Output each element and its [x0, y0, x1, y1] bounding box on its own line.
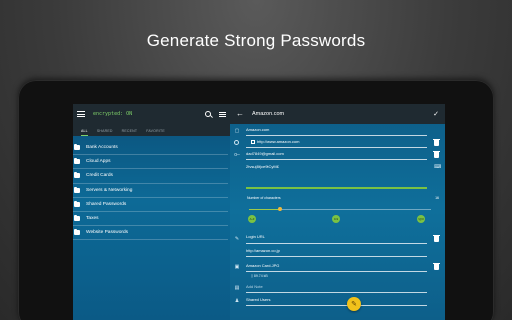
field-underline — [246, 256, 427, 257]
email-field[interactable]: o– dad7849@gmail.com — [230, 150, 445, 160]
login-url-label: Login URL — [246, 234, 265, 239]
name-value[interactable]: Amazon.com — [246, 127, 269, 132]
login-url-value[interactable]: http://amazon.co.jp — [246, 248, 280, 253]
password-strength-bar — [246, 187, 427, 189]
url-value[interactable]: http://www.amazon.com — [257, 139, 299, 144]
length-slider-fill — [249, 209, 280, 210]
folder-item-taxes[interactable]: Taxes — [73, 212, 228, 227]
num-characters-label: Number of characters — [247, 196, 281, 200]
folder-label: Website Passwords — [86, 230, 129, 236]
back-arrow-icon[interactable]: ← — [236, 110, 244, 118]
folder-list: Bank Accounts Cloud Apps Credit Cards Se… — [73, 136, 230, 241]
folder-label: Servers & Networking — [86, 187, 133, 193]
folder-item-servers-networking[interactable]: Servers & Networking — [73, 184, 228, 198]
folder-item-website-passwords[interactable]: Website Passwords — [73, 226, 228, 241]
tab-all[interactable]: ALL — [81, 129, 88, 136]
folder-label: Shared Passwords — [86, 201, 127, 207]
folder-icon — [74, 144, 80, 151]
attachment-row[interactable]: ▣ Amazon Card.JPG — [230, 262, 445, 272]
document-icon: ▢ — [234, 128, 240, 134]
pencil-icon: ✎ — [234, 236, 240, 242]
checkbox-icon[interactable] — [251, 140, 255, 144]
folder-icon — [74, 215, 80, 222]
toggle-digits[interactable]: 0-9 — [332, 215, 340, 223]
trash-icon[interactable] — [433, 263, 440, 270]
pencil-icon: ✎ — [351, 300, 357, 308]
detail-toolbar: ← Amazon.com ✓ — [230, 104, 445, 124]
folder-item-shared-passwords[interactable]: Shared Passwords — [73, 198, 228, 212]
people-icon: ♟ — [234, 298, 240, 304]
folder-label: Credit Cards — [86, 173, 113, 179]
folder-label: Bank Accounts — [86, 145, 118, 151]
note-icon: ▤ — [234, 285, 240, 291]
tab-recent[interactable]: RECENT — [122, 129, 138, 136]
hamburger-menu-icon[interactable] — [77, 111, 85, 117]
keyboard-icon[interactable]: ⌨ — [434, 164, 441, 170]
field-underline — [246, 292, 427, 293]
folder-label: Taxes — [86, 216, 99, 222]
folder-icon — [74, 229, 80, 236]
field-underline — [246, 159, 427, 160]
image-icon: ▣ — [234, 264, 240, 270]
note-field[interactable]: ▤ Add Note — [230, 283, 445, 293]
folder-icon — [74, 158, 80, 165]
folders-pane: encrypted: ON ALL SHARED RECENT FAVORITE… — [73, 104, 230, 320]
detail-title: Amazon.com — [252, 111, 285, 117]
folder-icon — [74, 172, 80, 179]
folder-icon — [74, 200, 80, 207]
url-field[interactable]: http://www.amazon.com — [230, 138, 445, 148]
list-icon[interactable] — [219, 111, 226, 117]
tab-favorite[interactable]: FAVORITE — [146, 129, 165, 136]
field-underline — [246, 147, 427, 148]
trash-icon[interactable] — [433, 139, 440, 146]
password-field[interactable]: 2tvsu|8t|ce9tCyM£ ⌨ — [230, 162, 445, 172]
num-characters-value: 16 — [435, 196, 439, 200]
login-url-field[interactable]: http://amazon.co.jp — [230, 247, 445, 257]
trash-icon[interactable] — [433, 151, 440, 158]
password-value[interactable]: 2tvsu|8t|ce9tCyM£ — [246, 164, 279, 169]
headline: Generate Strong Passwords — [146, 31, 366, 50]
shared-users-label: Shared Users — [246, 297, 271, 302]
left-toolbar: encrypted: ON — [73, 104, 230, 124]
trash-icon[interactable] — [433, 235, 440, 242]
tab-shared[interactable]: SHARED — [97, 129, 113, 136]
toggle-uppercase[interactable]: A-Z — [248, 215, 256, 223]
search-icon[interactable] — [205, 110, 212, 118]
field-underline — [246, 305, 427, 306]
file-icon: ▯ — [251, 274, 253, 278]
folder-item-cloud-apps[interactable]: Cloud Apps — [73, 155, 228, 170]
filter-tabs: ALL SHARED RECENT FAVORITE — [73, 124, 230, 136]
name-field[interactable]: ▢ Amazon.com — [230, 126, 445, 136]
check-icon[interactable]: ✓ — [433, 110, 439, 118]
attachment-name[interactable]: Amazon Card.JPG — [246, 263, 279, 268]
folder-item-bank-accounts[interactable]: Bank Accounts — [73, 141, 228, 156]
field-underline — [246, 243, 427, 244]
attachment-size: ▯ 89.74 kB — [251, 274, 268, 278]
length-slider-knob[interactable] — [278, 207, 282, 211]
email-value[interactable]: dad7849@gmail.com — [246, 151, 284, 156]
field-underline — [246, 271, 427, 272]
app-title: encrypted: ON — [93, 111, 133, 117]
shared-users-row[interactable]: ♟ Shared Users — [230, 296, 445, 306]
folder-icon — [74, 186, 80, 193]
add-note-placeholder[interactable]: Add Note — [246, 284, 263, 289]
globe-icon — [234, 140, 239, 145]
folder-item-credit-cards[interactable]: Credit Cards — [73, 169, 228, 184]
attachment-size-value: 89.74 kB — [253, 274, 268, 278]
field-underline — [246, 135, 427, 136]
login-url-label-row[interactable]: ✎ Login URL — [230, 234, 445, 244]
edit-fab-button[interactable]: ✎ — [347, 297, 361, 311]
key-icon: o– — [234, 152, 240, 158]
toggle-symbols[interactable]: !@# — [417, 215, 425, 223]
folder-label: Cloud Apps — [86, 159, 111, 165]
